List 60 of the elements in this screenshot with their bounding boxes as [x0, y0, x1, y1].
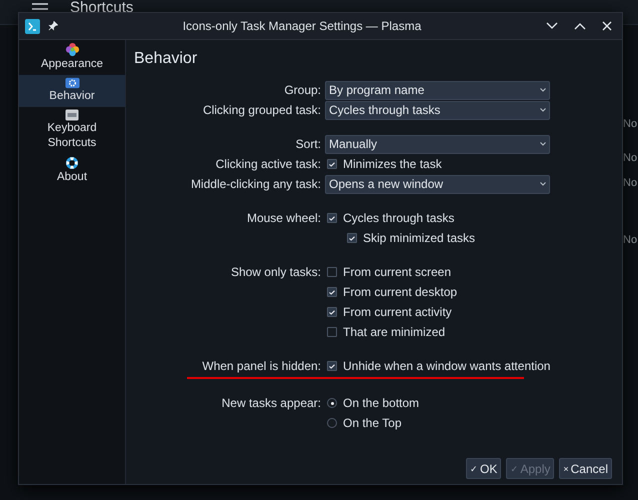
dropdown[interactable]: Cycles through tasks — [325, 100, 550, 120]
field-label: Mouse wheel: — [246, 211, 321, 225]
window-title: Icons-only Task Manager Settings — Plasma — [182, 19, 422, 33]
sidebar-item[interactable]: Appearance — [19, 40, 125, 75]
colors-icon — [64, 42, 80, 57]
checkbox-label: From current desktop — [343, 285, 458, 299]
close-icon[interactable] — [602, 21, 612, 31]
dropdown[interactable]: Manually — [325, 134, 550, 154]
app-icon — [25, 18, 40, 34]
chevron-down-icon — [540, 88, 546, 92]
field-label: Group: — [284, 83, 321, 97]
table-cell: No — [623, 152, 638, 164]
gear-icon — [64, 77, 80, 89]
checkbox[interactable] — [327, 307, 337, 317]
sidebar-item[interactable]: Behavior — [19, 75, 125, 107]
table-cell: No — [623, 118, 638, 130]
field-label: Sort: — [296, 137, 321, 151]
checkbox[interactable] — [327, 159, 337, 169]
keyboard-icon — [65, 109, 79, 121]
page-heading: Behavior — [133, 49, 198, 69]
checkbox-label: Minimizes the task — [343, 157, 442, 171]
checkbox[interactable] — [327, 267, 337, 277]
sidebar-item[interactable]: Keyboard Shortcuts — [19, 107, 125, 154]
dialog-button[interactable]: ✓ OK — [466, 458, 502, 479]
minimize-icon[interactable] — [546, 22, 558, 30]
dropdown[interactable]: Opens a new window — [325, 174, 550, 194]
field-label: When panel is hidden: — [202, 359, 321, 373]
radio-button[interactable] — [327, 398, 337, 408]
page-title: Shortcuts — [70, 0, 134, 16]
checkbox[interactable] — [327, 287, 337, 297]
checkbox[interactable] — [347, 233, 357, 243]
pin-icon[interactable] — [48, 21, 58, 31]
dropdown[interactable]: By program name — [325, 80, 550, 100]
field-label: Show only tasks: — [230, 265, 321, 279]
chevron-down-icon — [540, 108, 546, 112]
lifebuoy-icon — [65, 156, 79, 170]
radio-label: On the Top — [343, 416, 402, 430]
chevron-down-icon — [540, 142, 546, 146]
checkbox[interactable] — [327, 213, 337, 223]
dialog-button[interactable]: × Cancel — [559, 458, 612, 479]
checkbox-label: From current screen — [343, 265, 452, 279]
checkbox-label: Unhide when a window wants attention — [343, 359, 550, 373]
field-label: New tasks appear: — [222, 396, 321, 410]
sidebar-item[interactable]: About — [19, 154, 125, 188]
table-cell: No — [623, 234, 638, 246]
radio-button[interactable] — [327, 418, 337, 428]
table-cell: No — [623, 177, 638, 189]
field-label: Clicking active task: — [216, 157, 321, 171]
checkbox[interactable] — [327, 327, 337, 337]
checkbox-label: From current activity — [343, 305, 452, 319]
chevron-down-icon — [540, 182, 546, 186]
radio-label: On the bottom — [343, 396, 420, 410]
checkbox-label: That are minimized — [343, 325, 446, 339]
menu-icon[interactable] — [32, 0, 48, 11]
maximize-icon[interactable] — [574, 22, 586, 30]
field-label: Clicking grouped task: — [202, 103, 321, 117]
checkbox-label: Skip minimized tasks — [363, 231, 476, 245]
checkbox-label: Cycles through tasks — [343, 211, 454, 225]
field-label: Middle-clicking any task: — [190, 177, 321, 191]
checkbox[interactable] — [327, 361, 337, 371]
